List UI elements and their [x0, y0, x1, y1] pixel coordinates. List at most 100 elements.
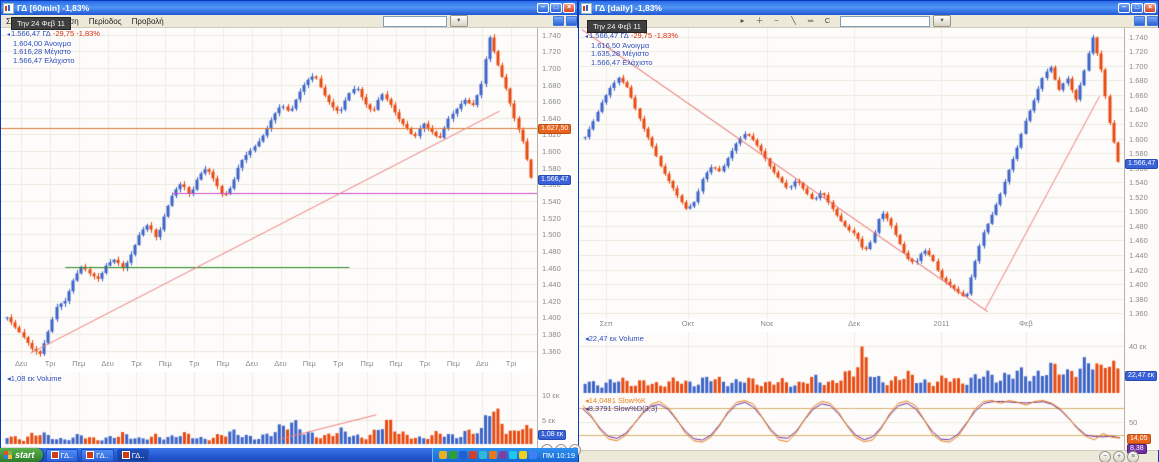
y-tick-label: 1.540 [542, 197, 561, 206]
volume-chart-canvas-daily[interactable] [579, 332, 1124, 395]
system-tray: ΠΜ 10:19 [432, 448, 578, 462]
symbol-search-input[interactable] [840, 16, 930, 27]
chart-legend: ◂1.566,47 ΓΔ -29,75 -1,83% 1.604,00 Άνοι… [7, 30, 100, 65]
price-axis[interactable]: 1.3601.3801.4001.4201.4401.4601.4801.500… [1124, 28, 1159, 450]
y-tick-label: 1.660 [542, 97, 561, 106]
x-tick-label: Τρι [506, 359, 517, 368]
x-tick-label: Σεπ [600, 319, 613, 328]
y-tick-label: 1.580 [1129, 149, 1148, 158]
y-tick-label: 1.600 [542, 147, 561, 156]
tray-icon[interactable] [479, 451, 487, 459]
y-tick-label: 1.380 [542, 330, 561, 339]
x-tick-label: Πεμ [389, 359, 402, 368]
x-tick-label: Δευ [15, 359, 27, 368]
maximize-button[interactable]: □ [550, 3, 562, 13]
child-close-icon[interactable] [1147, 16, 1158, 26]
search-go-button[interactable]: ▾ [933, 15, 951, 27]
taskbar-task-button[interactable]: ΓΔ.. [46, 449, 79, 462]
x-tick-label: Τρι [189, 359, 200, 368]
tray-icon[interactable] [529, 451, 537, 459]
x-tick-label: Τρι [45, 359, 56, 368]
tray-icon[interactable] [509, 451, 517, 459]
y-tick-label: 1.600 [1129, 135, 1148, 144]
tray-icon[interactable] [489, 451, 497, 459]
taskbar-clock: ΠΜ 10:19 [542, 451, 575, 460]
x-tick-label: Δευ [101, 359, 113, 368]
price-chart-canvas-60min[interactable] [1, 28, 537, 359]
text-tool-icon[interactable]: C [820, 15, 835, 28]
menu-item-2[interactable]: Περίοδος [84, 17, 127, 26]
y-tick-label: 1.640 [1129, 105, 1148, 114]
app-icon [3, 3, 14, 14]
search-go-button[interactable]: ▾ [450, 15, 468, 27]
y-tick-label: 1.440 [542, 280, 561, 289]
child-restore-icon[interactable] [553, 16, 564, 26]
x-tick-label: Πεμ [72, 359, 85, 368]
volume-chart-canvas-60min[interactable] [1, 372, 537, 446]
windows-logo-icon [4, 451, 12, 459]
titlebar-daily[interactable]: ΓΔ [daily] -1,83% – □ × [579, 1, 1158, 15]
window-gd-daily: ΓΔ [daily] -1,83% – □ × ▸＋−╲═C ▾ ΣεπΟκτΝ… [578, 0, 1159, 462]
minimize-button[interactable]: – [537, 3, 549, 13]
zoom-out-icon[interactable]: − [1099, 451, 1111, 462]
window-title: ΓΔ [60min] -1,83% [17, 3, 89, 13]
zoom-out-icon[interactable]: − [769, 15, 784, 28]
settings-icon[interactable]: ≡ [1127, 451, 1139, 462]
y-tick-label: 1.520 [1129, 193, 1148, 202]
chart-legend: ◂1.566,47 ΓΔ -29,75 -1,83% 1.616,50 Άνοι… [585, 32, 678, 67]
taskbar-task-button[interactable]: ΓΔ.. [117, 449, 150, 462]
y-tick-label: 1.520 [542, 214, 561, 223]
symbol-search-input[interactable] [383, 16, 447, 27]
y-tick-label: 1.420 [542, 297, 561, 306]
legend-marker-icon: ◂ [585, 34, 588, 40]
last-price-badge: 1.566,47 [538, 175, 571, 185]
x-tick-label: 2011 [933, 319, 949, 328]
crosshair-icon[interactable]: ＋ [752, 15, 767, 28]
stochastic-chart-canvas[interactable] [579, 395, 1124, 450]
last-price-badge: 1.566,47 [1125, 159, 1158, 169]
y-tick-label: 1.720 [1129, 47, 1148, 56]
child-restore-icon[interactable] [1134, 16, 1145, 26]
y-tick-label: 1.680 [542, 81, 561, 90]
tray-icon[interactable] [469, 451, 477, 459]
chart-zoom-controls: −+≡ [1099, 451, 1139, 462]
tray-icon[interactable] [499, 451, 507, 459]
x-tick-label: Νοε [761, 319, 774, 328]
tray-icon[interactable] [459, 451, 467, 459]
child-close-icon[interactable] [566, 16, 577, 26]
price-axis[interactable]: 1.3601.3801.4001.4201.4401.4601.4801.500… [537, 28, 579, 448]
x-axis-labels: ΔευΤριΠεμΔευΤριΠεμΤριΠεμΔευΔευΠεμΤριΠεμΠ… [1, 358, 537, 371]
volume-value-badge: 22,47 εκ [1125, 371, 1157, 381]
x-tick-label: Πεμ [216, 359, 229, 368]
start-button[interactable]: start [0, 448, 43, 462]
tray-icon[interactable] [439, 451, 447, 459]
tray-icon[interactable] [519, 451, 527, 459]
desktop: ΓΔ [60min] -1,83% – □ × ΣύμβολαΑνάλυσηΠε… [0, 0, 1159, 462]
y-tick-label: 1.360 [542, 347, 561, 356]
window-title: ΓΔ [daily] -1,83% [595, 3, 662, 13]
y-tick-label: 1.640 [542, 114, 561, 123]
menu-item-3[interactable]: Προβολή [127, 17, 169, 26]
y-tick-label: 1.480 [1129, 222, 1148, 231]
close-button[interactable]: × [563, 3, 575, 13]
x-tick-label: Πεμ [303, 359, 316, 368]
y-tick-label: 1.460 [542, 264, 561, 273]
y-tick-label: 1.400 [542, 313, 561, 322]
taskbar-task-button[interactable]: ΓΔ.. [81, 449, 114, 462]
minimize-button[interactable]: – [1118, 3, 1130, 13]
trendline-icon[interactable]: ╲ [786, 15, 801, 28]
maximize-button[interactable]: □ [1131, 3, 1143, 13]
y-tick-label: 40 εκ [1129, 342, 1147, 351]
price-chart-canvas-daily[interactable] [579, 28, 1124, 319]
close-button[interactable]: × [1144, 3, 1156, 13]
y-tick-label: 1.500 [542, 230, 561, 239]
hline-icon[interactable]: ═ [803, 15, 818, 28]
x-tick-label: Πεμ [447, 359, 460, 368]
zoom-in-icon[interactable]: + [1113, 451, 1125, 462]
titlebar-60min[interactable]: ΓΔ [60min] -1,83% – □ × [1, 1, 577, 15]
y-tick-label: 1.400 [1129, 280, 1148, 289]
y-tick-label: 1.720 [542, 47, 561, 56]
tray-icon[interactable] [449, 451, 457, 459]
y-tick-label: 50 [1129, 418, 1137, 427]
pointer-icon[interactable]: ▸ [735, 15, 750, 28]
